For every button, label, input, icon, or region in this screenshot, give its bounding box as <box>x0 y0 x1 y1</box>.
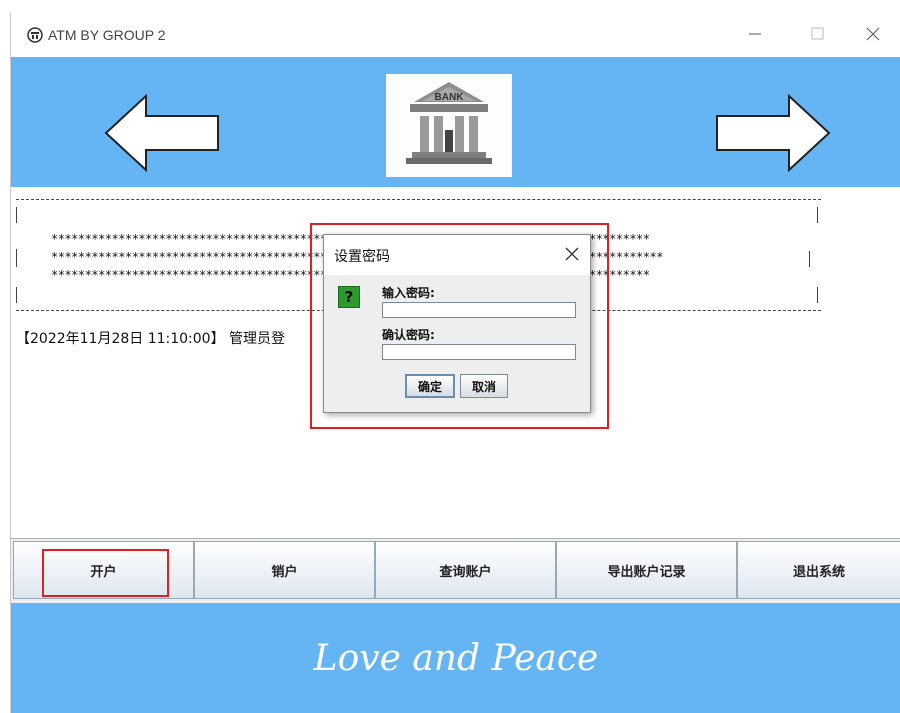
divider <box>817 207 818 223</box>
divider <box>809 251 810 267</box>
right-arrow-icon[interactable] <box>713 94 831 172</box>
bank-logo: BANK <box>386 74 512 177</box>
dialog-title: 设置密码 <box>334 249 390 265</box>
close-button[interactable] <box>859 22 887 46</box>
status-line: 【2022年11月28日 11:10:00】 管理员登 <box>16 331 286 347</box>
divider <box>16 199 821 200</box>
dialog-close-icon[interactable] <box>562 244 582 264</box>
cancel-button[interactable]: 取消 <box>460 374 508 398</box>
minimize-button[interactable] <box>741 22 769 46</box>
confirm-password-input[interactable] <box>382 344 576 360</box>
maximize-button[interactable] <box>803 22 831 46</box>
password-input[interactable] <box>382 302 576 318</box>
dialog-title-bar: 设置密码 <box>324 235 590 275</box>
bank-logo-text: BANK <box>435 92 465 103</box>
divider <box>16 287 17 303</box>
divider <box>817 287 818 303</box>
divider <box>16 249 17 267</box>
close-account-button[interactable]: 销户 <box>194 541 375 599</box>
confirm-password-label: 确认密码: <box>382 328 435 342</box>
divider <box>16 207 17 223</box>
question-icon: ? <box>338 286 360 308</box>
app-icon <box>27 27 43 43</box>
footer-banner: Love and Peace <box>11 603 900 713</box>
open-account-highlight-box <box>42 549 169 597</box>
window-title: ATM BY GROUP 2 <box>48 27 166 43</box>
exit-system-button[interactable]: 退出系统 <box>737 541 900 599</box>
left-arrow-icon[interactable] <box>104 94 222 172</box>
footer-slogan: Love and Peace <box>313 637 599 679</box>
confirm-button[interactable]: 确定 <box>405 374 455 398</box>
query-account-button[interactable]: 查询账户 <box>375 541 556 599</box>
header-banner: BANK <box>11 57 900 187</box>
set-password-dialog: 设置密码 ? 输入密码: 确认密码: 确定 取消 <box>323 234 591 413</box>
export-records-button[interactable]: 导出账户记录 <box>556 541 737 599</box>
title-bar: ATM BY GROUP 2 <box>11 12 900 57</box>
password-label: 输入密码: <box>382 286 435 300</box>
